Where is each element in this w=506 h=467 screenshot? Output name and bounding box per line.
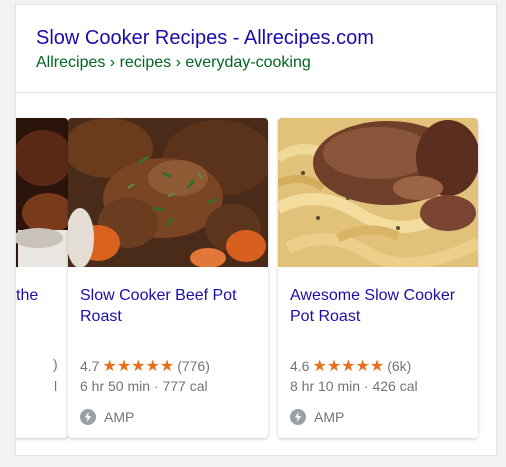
recipe-card-meta: 6 hr 50 min · 777 cal (80, 378, 208, 394)
review-count: (776) (177, 358, 210, 374)
recipe-card-meta: 8 hr 10 min · 426 cal (290, 378, 418, 394)
recipe-card-awesome-pot-roast[interactable]: Awesome Slow Cooker Pot Roast 4.6 ★★★★★ … (278, 118, 478, 438)
review-count: (6k) (387, 358, 412, 374)
amp-badge: AMP (80, 409, 134, 425)
recipe-image (16, 118, 68, 267)
amp-badge: AMP (290, 409, 344, 425)
recipe-carousel[interactable]: the ) l Slow Cooker Beef Pot Roast 4.7 ★… (16, 94, 496, 456)
recipe-image (278, 118, 478, 267)
amp-label: AMP (104, 409, 135, 425)
rating-value: 4.6 (290, 358, 310, 374)
recipe-card-title[interactable]: the (16, 285, 68, 306)
result-breadcrumb[interactable]: Allrecipes › recipes › everyday-cooking (36, 54, 311, 72)
recipe-card-rating: 4.6 ★★★★★ (6k) (290, 356, 411, 376)
recipe-card-title[interactable]: Slow Cooker Beef Pot Roast (80, 285, 260, 327)
amp-bolt-icon (80, 409, 96, 425)
recipe-card-rating: ) (53, 356, 58, 372)
rating-value: 4.7 (80, 358, 100, 374)
recipe-card-meta: l (54, 378, 58, 394)
star-icon: ★★★★★ (102, 358, 175, 375)
recipe-card-title[interactable]: Awesome Slow Cooker Pot Roast (290, 285, 470, 327)
amp-label: AMP (314, 409, 345, 425)
recipe-image (68, 118, 268, 267)
result-title-link[interactable]: Slow Cooker Recipes - Allrecipes.com (36, 27, 374, 50)
amp-bolt-icon (290, 409, 306, 425)
recipe-card-rating: 4.7 ★★★★★ (776) (80, 356, 210, 376)
recipe-card-partial[interactable]: the ) l (16, 118, 68, 438)
recipe-result-panel: Slow Cooker Recipes - Allrecipes.com All… (15, 4, 497, 456)
star-icon: ★★★★★ (312, 358, 385, 375)
result-header: Slow Cooker Recipes - Allrecipes.com All… (16, 5, 496, 93)
recipe-card-beef-pot-roast[interactable]: Slow Cooker Beef Pot Roast 4.7 ★★★★★ (77… (68, 118, 268, 438)
